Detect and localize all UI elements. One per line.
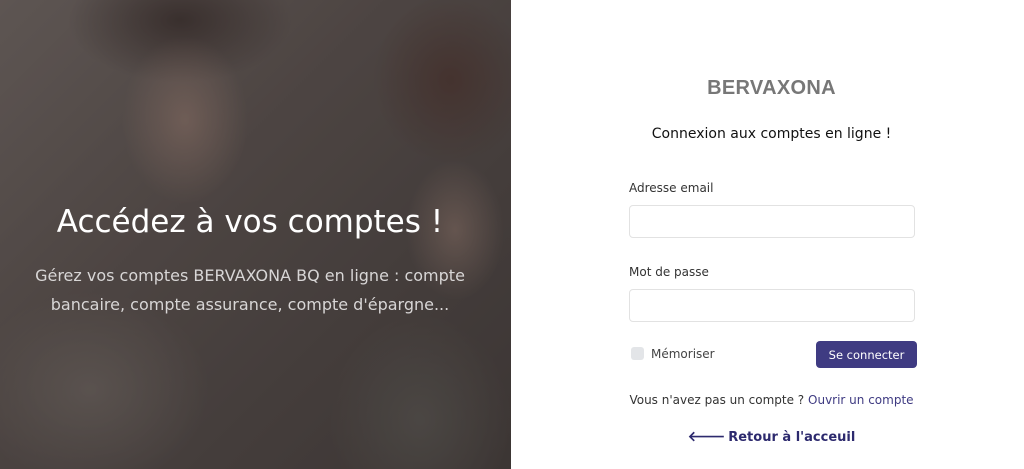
login-subtitle: Connexion aux comptes en ligne !: [651, 126, 892, 142]
no-account-line: Vous n'avez pas un compte ? Ouvrir un co…: [511, 393, 1024, 407]
password-field[interactable]: [629, 289, 915, 322]
back-home-link[interactable]: 🡐 Retour à l'acceuil: [511, 428, 1024, 445]
hero-image-panel: Accédez à vos comptes ! Gérez vos compte…: [0, 0, 511, 469]
back-home-label: Retour à l'acceuil: [728, 430, 856, 445]
hero-subtitle: Gérez vos comptes BERVAXONA BQ en ligne …: [35, 266, 465, 314]
email-label: Adresse email: [629, 181, 714, 195]
password-label: Mot de passe: [629, 265, 709, 279]
remember-label[interactable]: Mémoriser: [651, 347, 715, 361]
login-panel: BERVAXONA Connexion aux comptes en ligne…: [511, 0, 1024, 469]
remember-checkbox[interactable]: [631, 347, 644, 360]
no-account-text: Vous n'avez pas un compte ?: [629, 393, 805, 407]
login-button[interactable]: Se connecter: [816, 341, 917, 368]
email-field[interactable]: [629, 205, 915, 238]
arrow-left-icon: 🡐: [687, 429, 726, 445]
hero-title: Accédez à vos comptes !: [56, 204, 444, 240]
brand-logo-text: BERVAXONA: [707, 77, 836, 99]
open-account-link[interactable]: Ouvrir un compte: [808, 393, 914, 407]
